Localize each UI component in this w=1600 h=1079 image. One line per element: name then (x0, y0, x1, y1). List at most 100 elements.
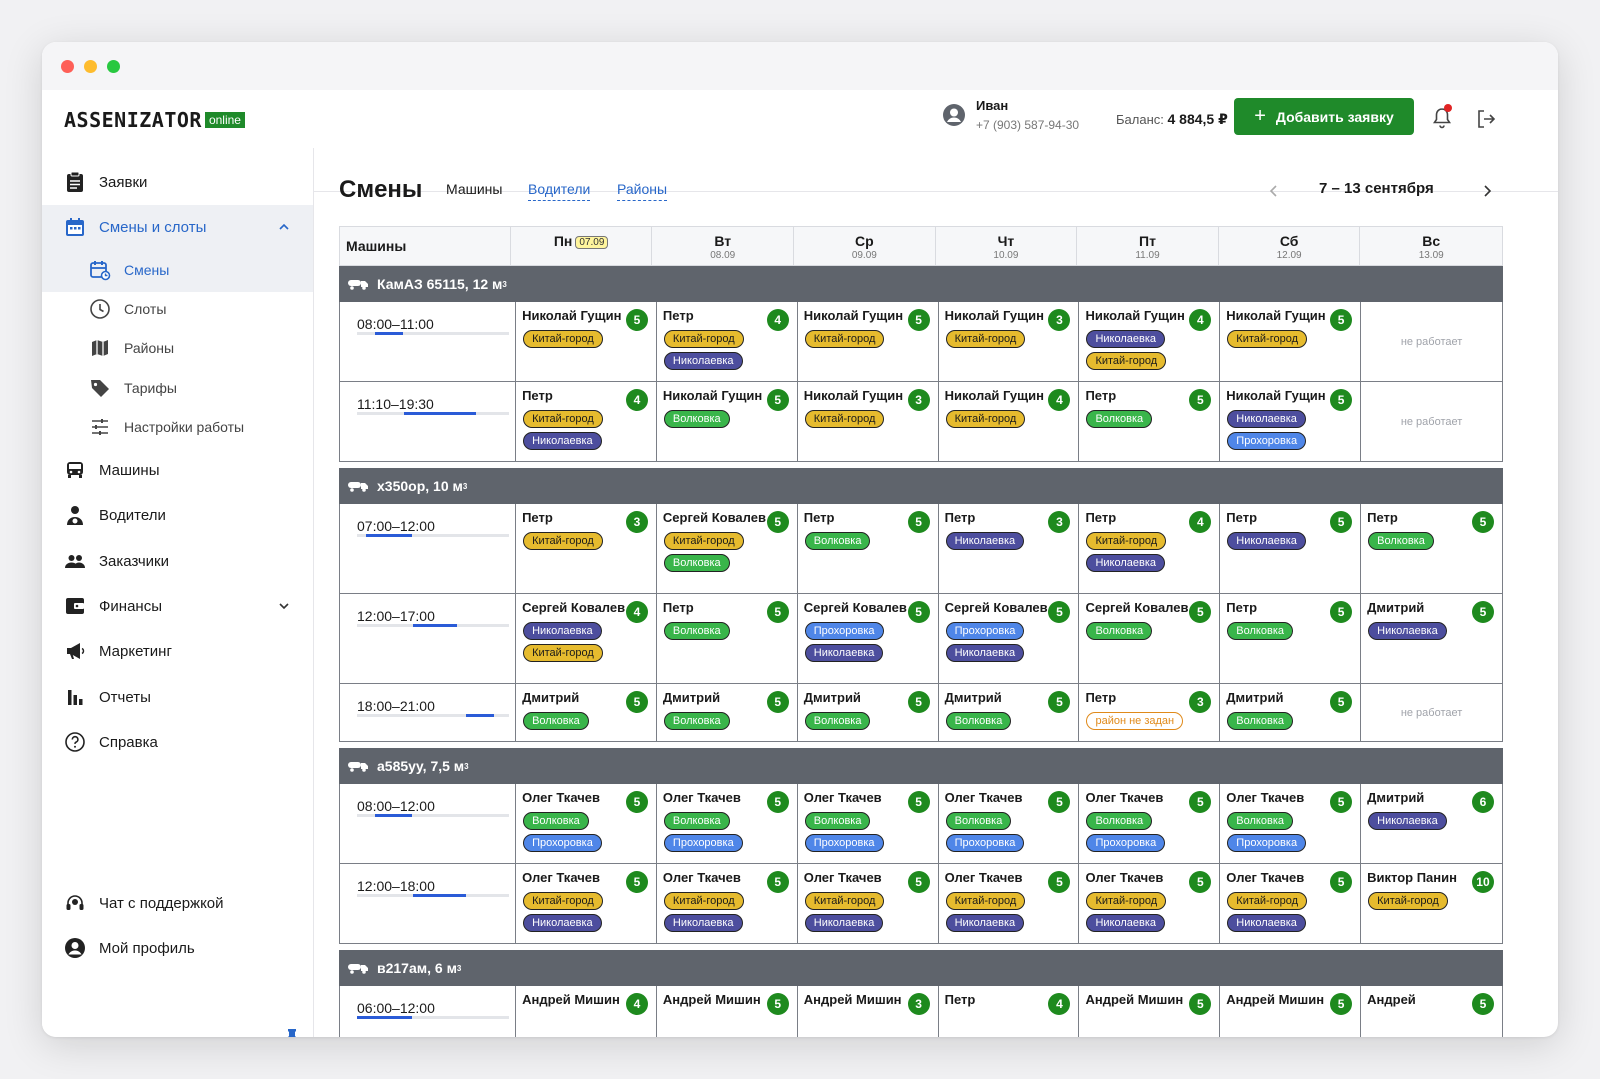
district-tag[interactable]: Китай-город (523, 532, 603, 550)
chevron-down-icon[interactable] (278, 600, 290, 612)
shift-time-cell[interactable]: 12:00–17:00 (340, 594, 517, 683)
district-tag[interactable]: Николаевка (663, 352, 743, 370)
shift-time-cell[interactable]: 12:00–18:00 (340, 864, 517, 943)
sidebar-item-help[interactable]: Справка (42, 720, 313, 764)
shift-cell[interactable]: Николай Гущин 3 Китай-город (939, 302, 1080, 381)
district-tag[interactable]: Прохоровка (804, 622, 884, 640)
district-tag[interactable]: Николаевка (523, 622, 602, 640)
shift-cell[interactable]: Петр 4 Китай-город Николаевка (657, 302, 798, 381)
district-tag[interactable]: Николаевка (945, 914, 1025, 932)
district-tag[interactable]: Китай-город (945, 330, 1026, 348)
shift-cell[interactable]: Петр 3 Николаевка (939, 504, 1080, 593)
district-tag[interactable]: Волковка (1227, 622, 1293, 640)
district-tag[interactable]: Николаевка (945, 532, 1025, 550)
district-tag[interactable]: Николаевка (1086, 330, 1166, 348)
district-tag[interactable]: Волковка (1227, 812, 1293, 830)
district-tag[interactable]: Волковка (523, 712, 589, 730)
district-tag[interactable]: Китай-город (663, 532, 744, 550)
shift-cell[interactable]: Дмитрий 5 Волковка (657, 684, 798, 741)
district-tag[interactable]: Прохоровка (663, 834, 743, 852)
tab-drivers[interactable]: Водители (528, 181, 591, 201)
district-tag[interactable]: Китай-город (1086, 352, 1167, 370)
sidebar-item-support-chat[interactable]: Чат с поддержкой (42, 881, 313, 925)
district-tag[interactable]: Николаевка (663, 914, 743, 932)
shift-time-cell[interactable]: 08:00–11:00 (340, 302, 517, 381)
minimize-window-button[interactable] (84, 60, 97, 73)
district-tag[interactable]: Николаевка (1368, 812, 1447, 830)
shift-cell[interactable]: Олег Ткачев 5 Китай-город Николаевка (1079, 864, 1221, 943)
shift-cell[interactable]: Петр 5 Волковка (1361, 504, 1502, 593)
shift-cell[interactable]: Петр 5 Волковка (1220, 594, 1362, 683)
shift-cell[interactable]: Дмитрий 5 Волковка (798, 684, 939, 741)
district-tag[interactable]: Волковка (1368, 532, 1434, 550)
district-tag[interactable]: Китай-город (1086, 532, 1167, 550)
sidebar-item-districts[interactable]: Районы (42, 326, 313, 370)
shift-cell[interactable]: Сергей Ковалев 5 Прохоровка Николаевка (798, 594, 939, 683)
shift-cell[interactable]: Андрей Мишин 5 (657, 986, 798, 1037)
shift-cell[interactable]: Андрей Мишин 5 (1220, 986, 1362, 1037)
district-tag[interactable]: Волковка (1086, 812, 1153, 830)
vehicle-header[interactable]: а585уу, 7,5 м3 (339, 748, 1503, 784)
vehicle-header[interactable]: х350ор, 10 м3 (339, 468, 1503, 504)
shift-cell[interactable]: Олег Ткачев 5 Волковка Прохоровка (657, 784, 798, 863)
district-tag[interactable]: Прохоровка (945, 834, 1025, 852)
shift-time-cell[interactable]: 06:00–12:00 (340, 986, 517, 1037)
shift-cell[interactable]: Сергей Ковалев 5 Прохоровка Николаевка (939, 594, 1080, 683)
district-tag[interactable]: Китай-город (523, 330, 603, 348)
shift-cell[interactable]: Дмитрий 5 Волковка (1220, 684, 1362, 741)
district-tag[interactable]: Волковка (804, 712, 871, 730)
chevron-right-icon[interactable] (1482, 184, 1492, 198)
shift-cell[interactable]: Сергей Ковалев 4 Николаевка Китай-город (516, 594, 657, 683)
district-tag[interactable]: Прохоровка (1227, 432, 1307, 450)
district-tag[interactable]: Прохоровка (804, 834, 884, 852)
sidebar-item-finance[interactable]: Финансы (42, 584, 313, 628)
shift-cell[interactable]: Николай Гущин 4 Китай-город (939, 382, 1080, 461)
district-tag[interactable]: Волковка (663, 712, 730, 730)
shift-cell[interactable]: Николай Гущин 5 Николаевка Прохоровка (1220, 382, 1362, 461)
district-tag[interactable]: Волковка (523, 812, 589, 830)
shift-time-cell[interactable]: 07:00–12:00 (340, 504, 517, 593)
sidebar-item-vehicles[interactable]: Машины (42, 448, 313, 492)
shift-cell[interactable]: Дмитрий 6 Николаевка (1361, 784, 1502, 863)
district-tag[interactable]: Прохоровка (1086, 834, 1166, 852)
district-tag[interactable]: район не задан (1086, 712, 1184, 730)
shift-cell[interactable]: Сергей Ковалев 5 Китай-город Волковка (657, 504, 798, 593)
shift-cell[interactable]: Андрей Мишин 3 (798, 986, 939, 1037)
logout-icon[interactable] (1475, 108, 1497, 130)
district-tag[interactable]: Китай-город (663, 330, 744, 348)
shift-cell[interactable]: Петр 3 Китай-город (516, 504, 657, 593)
shift-cell[interactable]: Дмитрий 5 Волковка (939, 684, 1080, 741)
district-tag[interactable]: Китай-город (523, 644, 603, 662)
shift-cell[interactable]: Олег Ткачев 5 Волковка Прохоровка (516, 784, 657, 863)
district-tag[interactable]: Волковка (1086, 622, 1153, 640)
shift-cell[interactable]: не работает (1361, 302, 1502, 381)
district-tag[interactable]: Волковка (945, 812, 1012, 830)
logo[interactable]: ASSENIZATOR online (64, 108, 245, 132)
district-tag[interactable]: Китай-город (804, 330, 885, 348)
district-tag[interactable]: Волковка (663, 410, 730, 428)
user-block[interactable]: Иван +7 (903) 587-94-30 (942, 98, 1079, 132)
shift-time-cell[interactable]: 08:00–12:00 (340, 784, 517, 863)
shift-cell[interactable]: Олег Ткачев 5 Китай-город Николаевка (1220, 864, 1362, 943)
sidebar-item-drivers[interactable]: Водители (42, 493, 313, 537)
sidebar-item-shifts[interactable]: Смены (42, 248, 313, 292)
shift-cell[interactable]: Николай Гущин 5 Китай-город (798, 302, 939, 381)
chevron-up-icon[interactable] (278, 221, 290, 233)
district-tag[interactable]: Прохоровка (1227, 834, 1307, 852)
district-tag[interactable]: Китай-город (663, 892, 744, 910)
tab-districts[interactable]: Районы (617, 181, 668, 201)
district-tag[interactable]: Николаевка (1227, 410, 1306, 428)
district-tag[interactable]: Волковка (1227, 712, 1293, 730)
district-tag[interactable]: Китай-город (523, 892, 603, 910)
shift-cell[interactable]: Олег Ткачев 5 Китай-город Николаевка (516, 864, 657, 943)
district-tag[interactable]: Волковка (804, 532, 871, 550)
district-tag[interactable]: Китай-город (1368, 892, 1448, 910)
shift-cell[interactable]: Андрей Мишин 5 (1079, 986, 1221, 1037)
district-tag[interactable]: Волковка (663, 622, 730, 640)
sidebar-item-marketing[interactable]: Маркетинг (42, 629, 313, 673)
add-order-button[interactable]: + Добавить заявку (1234, 98, 1414, 135)
shift-cell[interactable]: Николай Гущин 5 Китай-город (1220, 302, 1362, 381)
vehicle-header[interactable]: КамАЗ 65115, 12 м3 (339, 266, 1503, 302)
district-tag[interactable]: Николаевка (1086, 554, 1166, 572)
shift-cell[interactable]: Олег Ткачев 5 Волковка Прохоровка (939, 784, 1080, 863)
